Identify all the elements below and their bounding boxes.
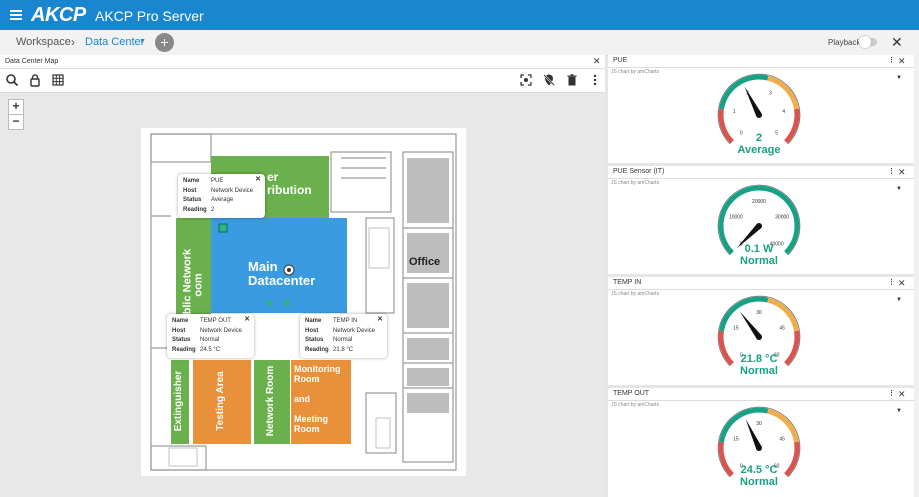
map-close-icon[interactable]: ✕	[593, 55, 601, 68]
gauge-tick-label: 20000	[752, 199, 766, 205]
tooltip-label: Status	[172, 337, 191, 343]
gauge-band	[767, 75, 800, 110]
search-icon[interactable]	[5, 73, 19, 87]
gauge-value: 0.1 W	[744, 243, 774, 255]
gauge-hub	[756, 223, 762, 229]
tooltip-label: Host	[172, 327, 186, 334]
tooltip-reading: 21.8 °C	[333, 346, 354, 353]
app-title: AKCP Pro Server	[95, 8, 204, 24]
close-icon[interactable]: ✕	[377, 315, 383, 325]
tooltip-status: Average	[211, 197, 234, 203]
tooltip-label: Reading	[305, 346, 329, 353]
gauge-status: Normal	[740, 255, 778, 267]
gauge-status: Normal	[740, 476, 778, 488]
tooltip-label: Status	[183, 197, 202, 203]
playback-toggle[interactable]	[859, 36, 877, 48]
akcp-logo: AKCP	[31, 4, 86, 26]
tooltip-status: Normal	[333, 337, 353, 343]
grid-icon[interactable]	[51, 73, 65, 87]
gauge-status: Average	[737, 144, 781, 156]
sensor-dot[interactable]	[266, 300, 272, 306]
gauge-tick-label: 45	[779, 325, 785, 331]
tooltip-name: PUE	[211, 178, 224, 184]
zoom-in-button[interactable]: +	[8, 99, 24, 115]
tooltip-label: Host	[183, 187, 197, 194]
tooltip-status: Normal	[200, 337, 220, 343]
tooltip-label: Status	[305, 337, 324, 343]
gauge-value: 2	[755, 132, 763, 144]
breadcrumb-current[interactable]: Data Center	[85, 36, 144, 48]
gauge-tick-label: 45	[779, 436, 785, 442]
playback-label: Playback	[828, 38, 861, 47]
map-panel-title: Data Center Map	[5, 58, 59, 65]
close-icon[interactable]: ✕	[891, 34, 903, 51]
add-button[interactable]: +	[155, 33, 174, 52]
tooltip-label: Name	[183, 178, 200, 184]
tooltip-temp-in: ✕ Name TEMP IN Host Network Device Status N…	[300, 314, 387, 358]
gauge-tick-label: 10000	[729, 214, 743, 220]
tooltip-label: Name	[172, 318, 189, 324]
gauge-hub	[756, 112, 762, 118]
caret-down-icon[interactable]: ▼	[139, 38, 146, 45]
close-icon[interactable]: ✕	[244, 315, 250, 325]
tooltip-label: Reading	[183, 206, 207, 213]
tooltip-label: Host	[305, 327, 319, 334]
gauge-hub	[756, 334, 762, 340]
gauge-value: 24.5 °C	[740, 464, 778, 476]
gauge-tick-label: 3	[769, 91, 772, 97]
gauge-tick-label: 4	[782, 109, 785, 115]
tooltip-name: TEMP OUT	[200, 318, 231, 324]
more-vert-icon[interactable]	[588, 73, 602, 87]
gauge-status: Normal	[740, 365, 778, 377]
gauge-hub	[756, 445, 762, 451]
gauge-tick-label: 30	[756, 421, 762, 427]
hamburger-menu-icon[interactable]	[10, 8, 22, 22]
lock-icon[interactable]	[28, 73, 42, 87]
sensor-dot[interactable]	[284, 300, 290, 306]
map-panel-header: Data Center Map ✕	[0, 55, 605, 69]
gauge-band	[718, 74, 769, 110]
tooltip-host: Network Device	[200, 327, 243, 334]
gauge-tick-label: 30	[756, 310, 762, 316]
scrollbar[interactable]	[914, 55, 919, 497]
tooltip-host: Network Device	[333, 327, 376, 334]
center-focus-icon[interactable]	[519, 73, 533, 87]
gauge-tick-label: 30000	[775, 214, 789, 220]
tooltip-label: Reading	[172, 346, 196, 353]
tooltip-pue: ✕ Name PUE Host Network Device Status Avera…	[178, 174, 265, 218]
tooltip-label: Name	[305, 318, 322, 324]
tooltip-temp-out: ✕ Name TEMP OUT Host Network Device Status…	[167, 314, 254, 358]
tooltip-name: TEMP IN	[333, 318, 358, 324]
tooltip-host: Network Device	[211, 187, 254, 194]
sensor-icon[interactable]	[283, 264, 295, 276]
gauge-tick-label: 15	[733, 436, 739, 442]
tooltip-reading: 2	[211, 206, 215, 213]
delete-icon[interactable]	[565, 73, 579, 87]
map-toolbar	[0, 69, 605, 93]
top-bar: AKCP AKCP Pro Server	[0, 0, 919, 30]
close-icon[interactable]: ✕	[255, 175, 261, 185]
gauge-tick-label: 1	[733, 109, 736, 115]
gauge-needle	[744, 86, 762, 117]
sensor-icon[interactable]	[218, 223, 228, 233]
gauge-tick-label: 15	[733, 325, 739, 331]
breadcrumb-bar: Workspace › Data Center ▼ + Playback ✕	[0, 30, 919, 56]
tooltip-reading: 24.5 °C	[200, 346, 221, 353]
chevron-right-icon: ›	[71, 35, 75, 49]
no-location-icon[interactable]	[542, 73, 556, 87]
gauge-value: 21.8 °C	[740, 353, 778, 365]
zoom-out-button[interactable]: −	[8, 114, 24, 130]
breadcrumb-workspace[interactable]: Workspace	[16, 36, 71, 48]
